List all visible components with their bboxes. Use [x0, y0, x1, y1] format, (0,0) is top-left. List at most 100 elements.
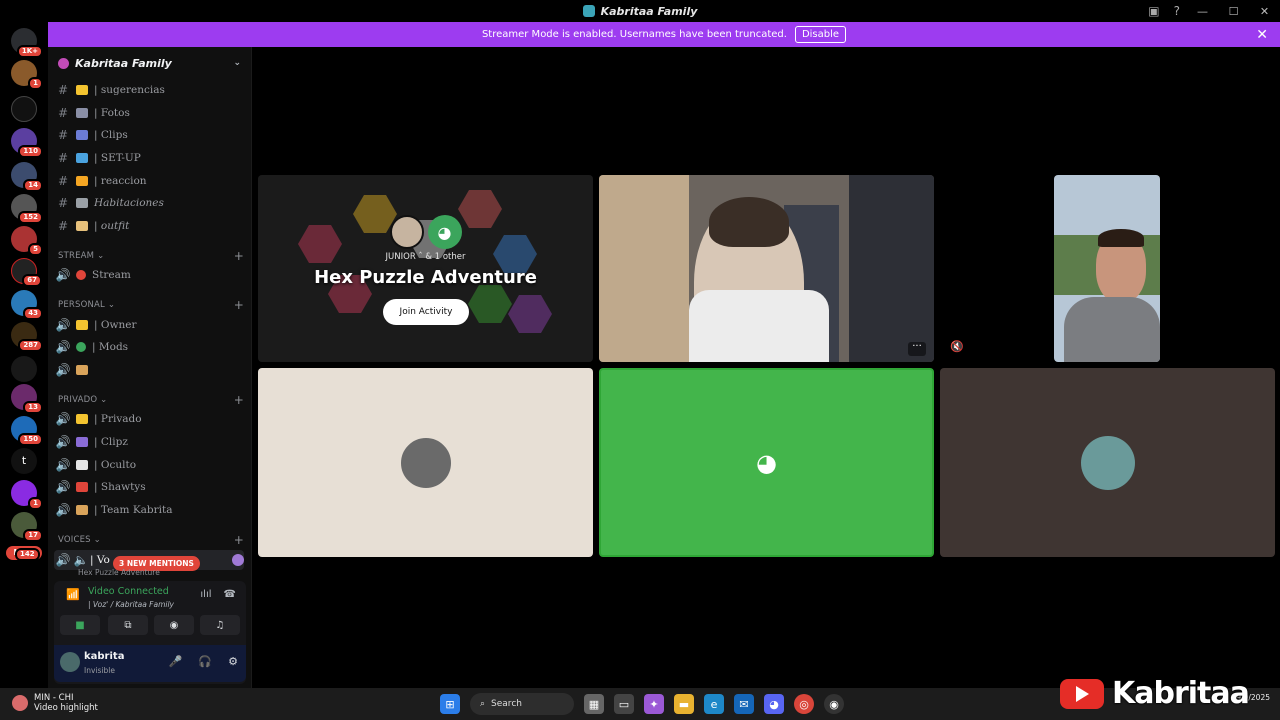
widget-title: MIN - CHI: [34, 693, 74, 703]
server-icon[interactable]: 1: [11, 480, 43, 510]
voice-status[interactable]: Video Connected: [88, 586, 169, 597]
add-channel-icon[interactable]: +: [234, 533, 244, 547]
emoji-icon: [76, 130, 88, 140]
screen-share-button[interactable]: ⧉: [108, 615, 148, 635]
add-channel-icon[interactable]: +: [234, 249, 244, 263]
copilot-icon[interactable]: ✦: [644, 694, 664, 714]
folder-icon[interactable]: ▬: [674, 694, 694, 714]
hash-icon: #: [57, 83, 69, 97]
server-icon[interactable]: 287: [11, 322, 43, 352]
chrome-icon[interactable]: ◎: [794, 694, 814, 714]
hash-icon: #: [57, 219, 69, 233]
add-channel-icon[interactable]: +: [234, 393, 244, 407]
channel-privado[interactable]: 🔊 | Privado: [54, 409, 244, 429]
background-shelf: [849, 175, 934, 362]
channel-shawtys[interactable]: 🔊 | Shawtys: [54, 477, 244, 497]
channel-stream[interactable]: 🔊 Stream: [54, 265, 244, 285]
home-icon[interactable]: 1K+: [11, 28, 43, 58]
maximize-icon[interactable]: ☐: [1218, 5, 1249, 18]
channel-clips[interactable]: # | Clips: [54, 125, 244, 145]
channel-team-kabrita[interactable]: 🔊 | Team Kabrita: [54, 500, 244, 520]
video-tile-camera[interactable]: ···: [599, 175, 934, 362]
server-icon[interactable]: 13: [11, 384, 43, 414]
discord-icon: ◕: [756, 448, 777, 477]
badge: 5: [28, 243, 43, 256]
close-icon[interactable]: ✕: [1256, 27, 1268, 43]
participant-tile[interactable]: ◕: [599, 368, 934, 557]
soundboard-button[interactable]: ♫: [200, 615, 240, 635]
category-label: STREAM: [58, 251, 95, 261]
guild-header[interactable]: Kabritaa Family ⌄: [48, 47, 251, 79]
task-view-icon[interactable]: ▦: [584, 694, 604, 714]
channel-label: | outfit: [94, 220, 130, 232]
outlook-icon[interactable]: ✉: [734, 694, 754, 714]
category-stream[interactable]: STREAM ⌄ +: [58, 249, 244, 263]
server-icon[interactable]: [11, 356, 37, 382]
speaker-icon: 🔊: [55, 412, 71, 426]
channel-habitaciones[interactable]: # Habitaciones: [54, 193, 244, 213]
desktop-icon[interactable]: ▭: [614, 694, 634, 714]
channel-unnamed[interactable]: 🔊: [54, 360, 244, 380]
channel-oculto[interactable]: 🔊 | Oculto: [54, 455, 244, 475]
microphone-icon[interactable]: 🎤: [169, 655, 183, 668]
video-tile-camera[interactable]: [1054, 175, 1160, 362]
help-icon[interactable]: ?: [1174, 4, 1180, 18]
channel-reaccion[interactable]: # | reaccion: [54, 171, 244, 191]
camera-button[interactable]: ■: [60, 615, 100, 635]
server-icon[interactable]: [11, 96, 37, 122]
channel-sugerencias[interactable]: # | sugerencias: [54, 80, 244, 100]
server-icon[interactable]: 152: [11, 194, 43, 224]
participant-tile[interactable]: [258, 368, 593, 557]
discord-taskbar-icon[interactable]: ◕: [764, 694, 784, 714]
server-icon[interactable]: 43: [11, 290, 43, 320]
activity-tile[interactable]: ◕ JUNIOR ˆ & 1 other Hex Puzzle Adventur…: [258, 175, 593, 362]
edge-icon[interactable]: e: [704, 694, 724, 714]
window-controls: — ☐ ✕: [1187, 0, 1280, 22]
activity-button[interactable]: ◉: [154, 615, 194, 635]
server-icon[interactable]: 5: [11, 226, 43, 256]
headphones-icon[interactable]: 🎧: [198, 655, 212, 668]
channel-fotos[interactable]: # | Fotos: [54, 103, 244, 123]
channel-mods[interactable]: 🔊 | Mods: [54, 337, 244, 357]
inbox-icon[interactable]: ▣: [1148, 4, 1159, 18]
add-channel-icon[interactable]: +: [234, 298, 244, 312]
category-voices[interactable]: VOICES ⌄ +: [58, 533, 244, 547]
more-options-icon[interactable]: ···: [908, 342, 926, 356]
badge: 1K+: [16, 45, 43, 58]
participant-tile[interactable]: [940, 368, 1275, 557]
widgets-button[interactable]: MIN - CHI Video highlight: [12, 693, 98, 713]
obs-icon[interactable]: ◉: [824, 694, 844, 714]
avatar[interactable]: [60, 652, 80, 672]
category-personal[interactable]: PERSONAL ⌄ +: [58, 298, 244, 312]
start-icon[interactable]: ⊞: [440, 694, 460, 714]
channel-setup[interactable]: # | SET-UP: [54, 148, 244, 168]
channel-outfit[interactable]: # | outfit: [54, 216, 244, 236]
category-privado[interactable]: PRIVADO ⌄ +: [58, 393, 244, 407]
channel-owner[interactable]: 🔊 | Owner: [54, 315, 244, 335]
speaker-icon: 🔊: [55, 480, 71, 494]
muted-icon: 🔇: [950, 340, 964, 353]
server-icon[interactable]: 150: [11, 416, 43, 446]
join-activity-button[interactable]: Join Activity: [383, 299, 469, 325]
ghost-icon: [76, 460, 88, 470]
channel-label: Habitaciones: [94, 197, 164, 209]
server-icon[interactable]: 67: [11, 258, 42, 287]
speaker-icon: 🔊: [55, 340, 71, 354]
disconnect-icon[interactable]: ☎: [224, 589, 236, 600]
server-icon[interactable]: 1: [11, 60, 43, 90]
channel-clipz[interactable]: 🔊 | Clipz: [54, 432, 244, 452]
close-window-icon[interactable]: ✕: [1249, 5, 1280, 18]
server-icon[interactable]: 17: [11, 512, 43, 542]
channel-label: | Fotos: [94, 107, 130, 119]
server-icon[interactable]: t: [11, 448, 37, 474]
disable-button[interactable]: Disable: [794, 26, 847, 43]
username[interactable]: kabrita: [84, 651, 124, 662]
signal-icon[interactable]: 📶: [66, 588, 80, 602]
minimize-icon[interactable]: —: [1187, 5, 1218, 18]
speaker-icon: 🔊: [55, 268, 71, 282]
gear-icon[interactable]: ⚙: [228, 655, 238, 668]
search-box[interactable]: ⌕ Search: [470, 693, 574, 715]
server-icon[interactable]: 14: [11, 162, 43, 192]
server-icon[interactable]: 110: [11, 128, 43, 158]
noise-suppression-icon[interactable]: ılıl: [200, 589, 211, 600]
